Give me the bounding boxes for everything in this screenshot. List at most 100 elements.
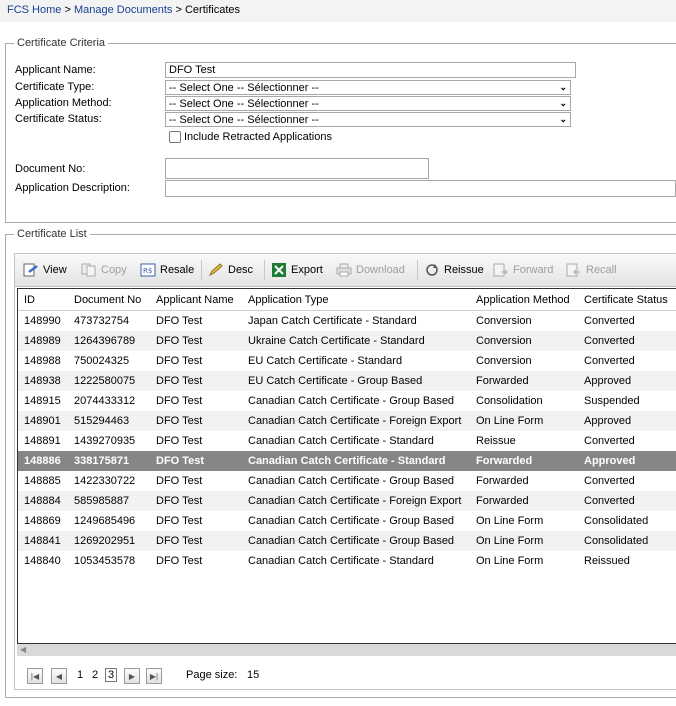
column-header[interactable]: Application Type (242, 289, 470, 311)
printer-icon (336, 263, 352, 277)
table-cell: 338175871 (68, 451, 150, 471)
include-retracted-option[interactable]: Include Retracted Applications (169, 131, 332, 143)
table-row[interactable]: 148915 2074433312 DFO Test Canadian Catch C… (18, 391, 676, 411)
last-page-icon[interactable]: ▶| (146, 668, 162, 684)
next-page-icon[interactable]: ▶ (124, 668, 140, 684)
view-button[interactable]: View (23, 262, 67, 278)
table-row[interactable]: 148988 750024325 DFO Test EU Catch Certific… (18, 351, 676, 371)
reissue-button[interactable]: Reissue (424, 262, 484, 278)
column-header[interactable]: Applicant Name (150, 289, 242, 311)
view-document-icon (23, 263, 39, 277)
certificate-list-legend: Certificate List (17, 228, 87, 240)
grid-pager: |◀ ◀ 1 2 3 ▶ ▶| Page size: 15 (15, 660, 676, 690)
table-cell: Converted (584, 355, 635, 367)
document-no-input[interactable] (165, 158, 429, 179)
application-method-select[interactable]: -- Select One -- Sélectionner -- ⌄ (165, 96, 571, 111)
table-cell: 585985887 (68, 491, 150, 511)
table-cell: On Line Form (470, 411, 578, 431)
table-cell: 148884 (18, 491, 68, 511)
table-cell: DFO Test (156, 515, 203, 527)
svg-text:R$: R$ (143, 267, 152, 275)
toolbar-divider (264, 260, 265, 280)
table-cell: 2074433312 (74, 395, 136, 407)
scroll-left-arrow-icon[interactable]: ◀ (20, 645, 26, 654)
table-row[interactable]: 148901 515294463 DFO Test Canadian Catch Ce… (18, 411, 676, 431)
table-row[interactable]: 148840 1053453578 DFO Test Canadian Catch C… (18, 551, 676, 571)
breadcrumb-separator: > (64, 4, 71, 16)
certificate-grid: View Copy R$ Resale Desc Export Download… (14, 253, 676, 690)
table-cell: DFO Test (156, 355, 203, 367)
table-cell: 148938 (18, 371, 68, 391)
table-cell: Suspended (584, 395, 640, 407)
table-cell: 148988 (24, 355, 61, 367)
table-row[interactable]: 148990 473732754 DFO Test Japan Catch Certi… (18, 311, 676, 332)
table-cell: Canadian Catch Certificate - Group Based (248, 395, 455, 407)
table-cell: Canadian Catch Certificate - Foreign Exp… (242, 411, 470, 431)
table-cell: Conversion (476, 355, 532, 367)
column-header[interactable]: Application Method (470, 289, 578, 311)
breadcrumb-manage-documents-link[interactable]: Manage Documents (74, 4, 172, 16)
table-cell: Converted (584, 435, 635, 447)
horizontal-scrollbar[interactable]: ◀ (17, 644, 676, 656)
table-cell: 148840 (24, 555, 61, 567)
resale-button[interactable]: R$ Resale (140, 262, 194, 278)
certificate-status-selected-value: -- Select One -- Sélectionner -- (169, 113, 319, 126)
table-cell: Conversion (470, 331, 578, 351)
desc-button[interactable]: Desc (208, 262, 253, 278)
column-header[interactable]: Document No (68, 289, 150, 311)
copy-icon (81, 263, 97, 277)
chevron-down-icon: ⌄ (559, 114, 567, 124)
include-retracted-checkbox[interactable] (169, 131, 181, 143)
table-cell: DFO Test (150, 411, 242, 431)
table-cell: Canadian Catch Certificate - Standard (242, 451, 470, 471)
table-cell: 148891 (24, 435, 61, 447)
column-header[interactable]: ID (18, 289, 68, 311)
certificate-type-selected-value: -- Select One -- Sélectionner -- (169, 81, 319, 94)
table-row[interactable]: 148884 585985887 DFO Test Canadian Catch Ce… (18, 491, 676, 511)
table-cell: 750024325 (74, 355, 130, 367)
table-row[interactable]: 148885 1422330722 DFO Test Canadian Catch C… (18, 471, 676, 491)
table-cell: Forwarded (470, 451, 578, 471)
forward-button[interactable]: Forward (493, 262, 553, 278)
certificate-status-select[interactable]: -- Select One -- Sélectionner -- ⌄ (165, 112, 571, 127)
breadcrumb-home-link[interactable]: FCS Home (7, 4, 61, 16)
table-row[interactable]: 148938 1222580075 DFO Test EU Catch Certifi… (18, 371, 676, 391)
table-cell: 1053453578 (74, 555, 136, 567)
table-row[interactable]: 148989 1264396789 DFO Test Ukraine Catch Ce… (18, 331, 676, 351)
application-description-input[interactable] (165, 180, 676, 197)
download-button-label: Download (356, 264, 405, 276)
table-cell: Forwarded (470, 371, 578, 391)
table-cell: Consolidated (584, 515, 649, 527)
table-cell: Canadian Catch Certificate - Group Based (242, 531, 470, 551)
page-link-3-current[interactable]: 3 (105, 668, 118, 682)
table-row[interactable]: 148891 1439270935 DFO Test Canadian Catch C… (18, 431, 676, 451)
recall-button[interactable]: Recall (566, 262, 617, 278)
table-row[interactable]: 148886 338175871 DFO Test Canadian Catch Ce… (18, 451, 676, 471)
table-cell: Forwarded (476, 475, 529, 487)
table-cell: 1222580075 (68, 371, 150, 391)
table-row[interactable]: 148869 1249685496 DFO Test Canadian Catch C… (18, 511, 676, 531)
toolbar-divider (201, 260, 202, 280)
view-button-label: View (43, 264, 67, 276)
table-cell: 148990 (24, 315, 61, 327)
first-page-icon[interactable]: |◀ (27, 668, 43, 684)
application-description-label: Application Description: (15, 182, 130, 194)
copy-button[interactable]: Copy (81, 262, 127, 278)
download-button[interactable]: Download (336, 262, 405, 278)
table-cell: 1439270935 (74, 435, 136, 447)
reissue-icon (424, 263, 440, 277)
page-link-2[interactable]: 2 (92, 669, 98, 681)
page-link-1[interactable]: 1 (77, 669, 83, 681)
column-header[interactable]: Certificate Status (578, 289, 676, 311)
applicant-name-input[interactable] (165, 62, 576, 78)
export-button[interactable]: Export (271, 262, 323, 278)
table-cell: On Line Form (476, 515, 544, 527)
certificate-type-select[interactable]: -- Select One -- Sélectionner -- ⌄ (165, 80, 571, 95)
table-cell: DFO Test (150, 451, 242, 471)
table-row[interactable]: 148841 1269202951 DFO Test Canadian Catch C… (18, 531, 676, 551)
prev-page-icon[interactable]: ◀ (51, 668, 67, 684)
page-size-label: Page size: (186, 669, 238, 681)
table-cell: Ukraine Catch Certificate - Standard (242, 331, 470, 351)
table-header-row: ID Document No Applicant Name Application T… (18, 289, 676, 311)
certificate-table: ID Document No Applicant Name Application T… (18, 289, 676, 571)
